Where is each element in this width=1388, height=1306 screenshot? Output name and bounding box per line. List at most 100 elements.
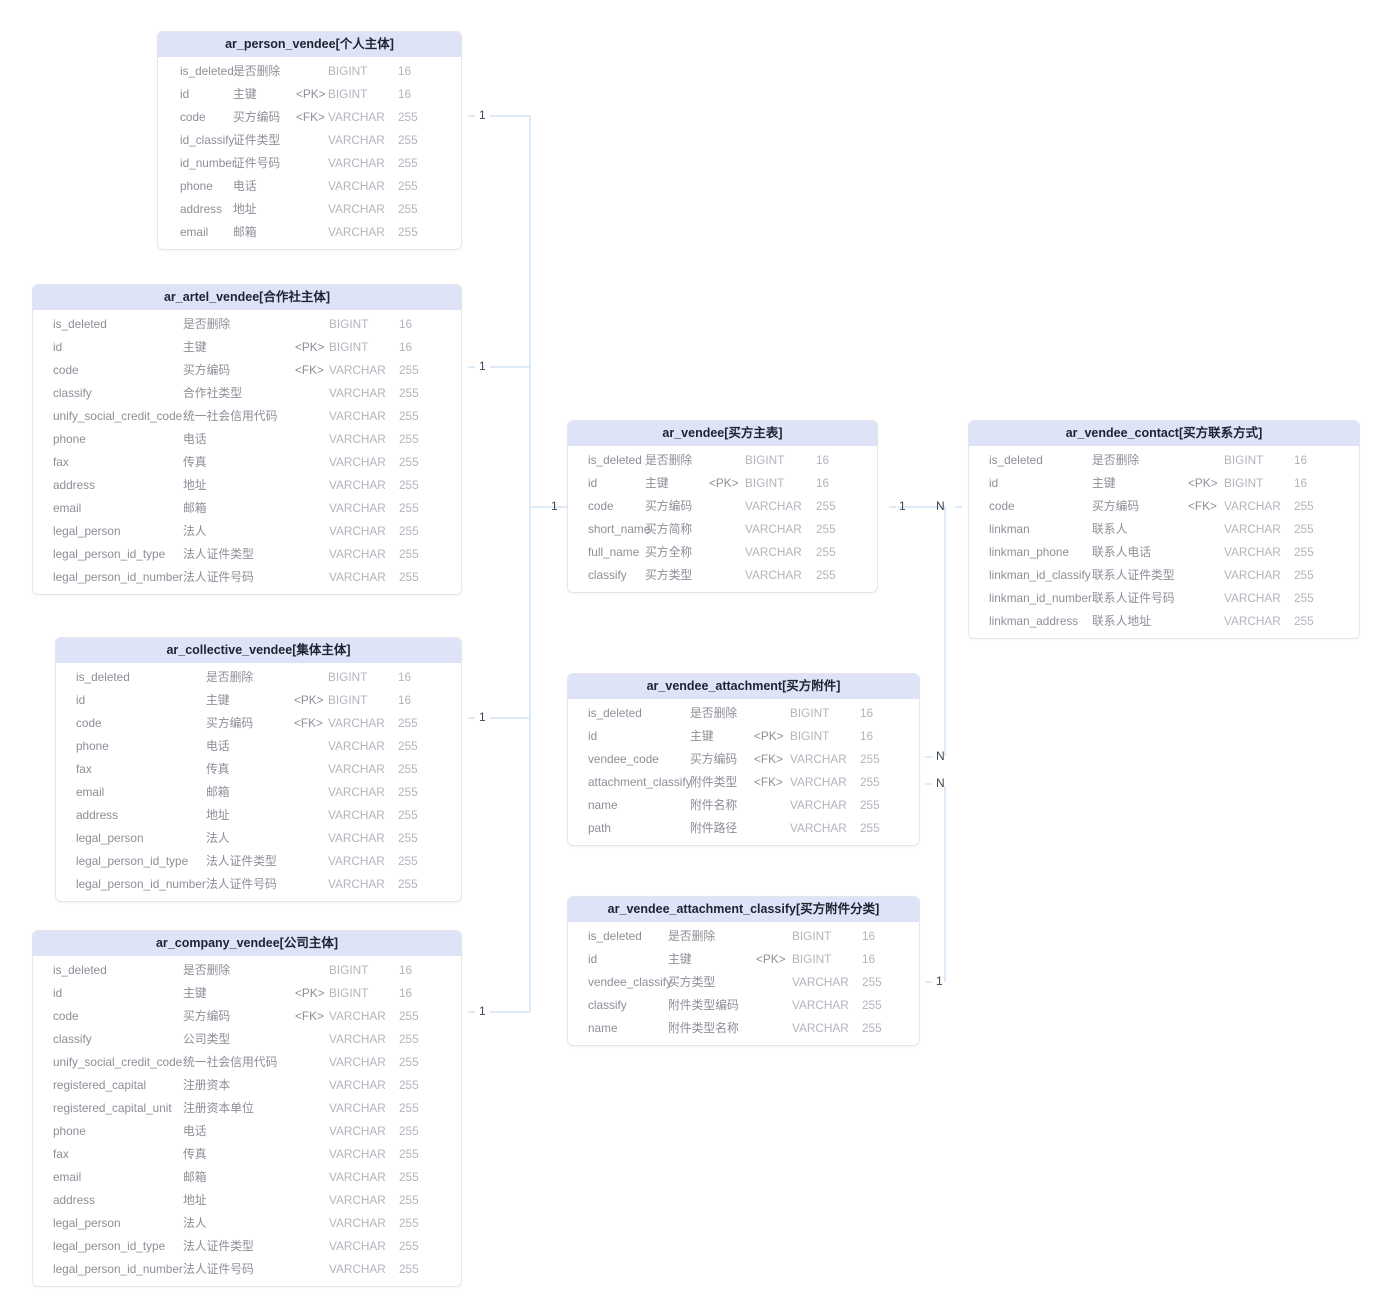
field-comment: 电话 (233, 179, 257, 193)
field-length: 255 (398, 739, 418, 753)
entity-ar_collective_vendee[interactable]: ar_collective_vendee[集体主体] is_deleted 是否删除… (55, 637, 462, 902)
field-name: is_deleted (588, 706, 642, 720)
field-type: VARCHAR (329, 1078, 386, 1092)
field-length: 255 (398, 831, 418, 845)
field-key: <PK> (1188, 476, 1218, 490)
cardinality-label-vendee-to-attachment: N (936, 749, 945, 763)
field-name: name (588, 798, 618, 812)
field-row: vendee_code 买方编码 <FK> VARCHAR 255 (568, 748, 919, 771)
field-row: address 地址 VARCHAR 255 (56, 804, 461, 827)
entity-ar_vendee[interactable]: ar_vendee[买方主表] is_deleted 是否删除 BIGINT 16 id 主… (567, 420, 878, 593)
field-type: VARCHAR (328, 877, 385, 891)
field-name: legal_person_id_number (76, 877, 206, 891)
field-key: <PK> (294, 693, 324, 707)
field-row: legal_person_id_number 法人证件号码 VARCHAR 255 (56, 873, 461, 896)
field-length: 255 (398, 202, 418, 216)
field-name: is_deleted (53, 317, 107, 331)
field-name: id (53, 986, 63, 1000)
field-row: id_classify 证件类型 VARCHAR 255 (158, 129, 461, 152)
field-name: code (53, 363, 79, 377)
field-row: id 主键 <PK> BIGINT 16 (568, 472, 877, 495)
connector-tick-person-to-vendee (468, 115, 475, 117)
field-key: <FK> (294, 716, 323, 730)
field-row: legal_person_id_number 法人证件号码 VARCHAR 255 (33, 566, 461, 589)
entity-title-ar_vendee_attachment_classify: ar_vendee_attachment_classify[买方附件分类] (568, 897, 919, 922)
cardinality-label-vendee-to-contact: 1 (899, 499, 906, 513)
field-comment: 注册资本 (183, 1078, 231, 1092)
field-name: code (76, 716, 102, 730)
field-type: VARCHAR (328, 110, 385, 124)
field-comment: 邮箱 (183, 501, 207, 515)
entity-ar_artel_vendee[interactable]: ar_artel_vendee[合作社主体] is_deleted 是否删除 BIGI… (32, 284, 462, 595)
cardinality-label-company-to-vendee: 1 (479, 1004, 486, 1018)
field-row: legal_person 法人 VARCHAR 255 (33, 520, 461, 543)
connector-tick-vendee-to-contact (889, 506, 896, 508)
field-name: linkman_phone (989, 545, 1070, 559)
field-length: 255 (399, 1170, 419, 1184)
field-comment: 买方编码 (206, 716, 254, 730)
connector-tick-vendee-to-contact (955, 506, 962, 508)
field-row: linkman_phone 联系人电话 VARCHAR 255 (969, 541, 1359, 564)
field-name: legal_person_id_number (53, 570, 183, 584)
field-comment: 是否删除 (1092, 453, 1140, 467)
field-type: VARCHAR (790, 775, 847, 789)
entity-ar_company_vendee[interactable]: ar_company_vendee[公司主体] is_deleted 是否删除 BIG… (32, 930, 462, 1287)
field-type: VARCHAR (329, 1193, 386, 1207)
field-name: unify_social_credit_code (53, 409, 183, 423)
field-type: BIGINT (1224, 476, 1264, 490)
field-length: 255 (399, 432, 419, 446)
field-type: VARCHAR (792, 998, 849, 1012)
field-type: VARCHAR (328, 133, 385, 147)
field-type: VARCHAR (329, 1216, 386, 1230)
field-comment: 是否删除 (183, 963, 231, 977)
connector-line-artel-to-vendee (490, 366, 530, 368)
field-type: BIGINT (1224, 453, 1264, 467)
field-row: is_deleted 是否删除 BIGINT 16 (969, 449, 1359, 472)
field-comment: 电话 (183, 1124, 207, 1138)
field-row: email 邮箱 VARCHAR 255 (33, 497, 461, 520)
field-type: VARCHAR (329, 1262, 386, 1276)
field-comment: 买方编码 (183, 363, 231, 377)
field-name: is_deleted (989, 453, 1043, 467)
field-comment: 联系人证件类型 (1092, 568, 1175, 582)
field-comment: 联系人 (1092, 522, 1128, 536)
field-type: VARCHAR (790, 821, 847, 835)
field-comment: 附件路径 (690, 821, 738, 835)
field-length: 255 (399, 363, 419, 377)
entity-fields-ar_vendee_attachment: is_deleted 是否删除 BIGINT 16 id 主键 <PK> BIGINT 16 ve… (568, 699, 919, 845)
field-comment: 邮箱 (183, 1170, 207, 1184)
field-length: 255 (399, 1193, 419, 1207)
field-row: phone 电话 VARCHAR 255 (56, 735, 461, 758)
field-name: linkman (989, 522, 1030, 536)
field-type: VARCHAR (329, 1147, 386, 1161)
entity-ar_person_vendee[interactable]: ar_person_vendee[个人主体] is_deleted 是否删除 BIGI… (157, 31, 462, 250)
field-row: code 买方编码 <FK> VARCHAR 255 (969, 495, 1359, 518)
field-length: 255 (398, 877, 418, 891)
connector-tick-artel-to-vendee (468, 366, 475, 368)
field-length: 255 (1294, 614, 1314, 628)
field-name: legal_person (76, 831, 144, 845)
entity-ar_vendee_attachment_classify[interactable]: ar_vendee_attachment_classify[买方附件分类] is_… (567, 896, 920, 1046)
entity-title-ar_vendee: ar_vendee[买方主表] (568, 421, 877, 446)
field-comment: 是否删除 (206, 670, 254, 684)
field-type: BIGINT (792, 952, 832, 966)
entity-ar_vendee_contact[interactable]: ar_vendee_contact[买方联系方式] is_deleted 是否删除 B… (968, 420, 1360, 639)
field-type: VARCHAR (328, 854, 385, 868)
connector-line-attachment-to-classify (944, 786, 946, 982)
field-length: 16 (398, 64, 412, 78)
field-length: 255 (399, 455, 419, 469)
field-type: VARCHAR (329, 409, 386, 423)
field-key: <FK> (295, 363, 324, 377)
cardinality-label-vendee-to-contact: N (936, 499, 945, 513)
field-comment: 地址 (183, 478, 207, 492)
field-name: name (588, 1021, 618, 1035)
field-comment: 买方类型 (668, 975, 716, 989)
entity-ar_vendee_attachment[interactable]: ar_vendee_attachment[买方附件] is_deleted 是否删除… (567, 673, 920, 846)
field-type: VARCHAR (329, 478, 386, 492)
field-row: id 主键 <PK> BIGINT 16 (56, 689, 461, 712)
field-name: path (588, 821, 611, 835)
field-name: is_deleted (76, 670, 130, 684)
field-comment: 联系人电话 (1092, 545, 1151, 559)
field-comment: 是否删除 (233, 64, 281, 78)
field-length: 255 (860, 821, 880, 835)
